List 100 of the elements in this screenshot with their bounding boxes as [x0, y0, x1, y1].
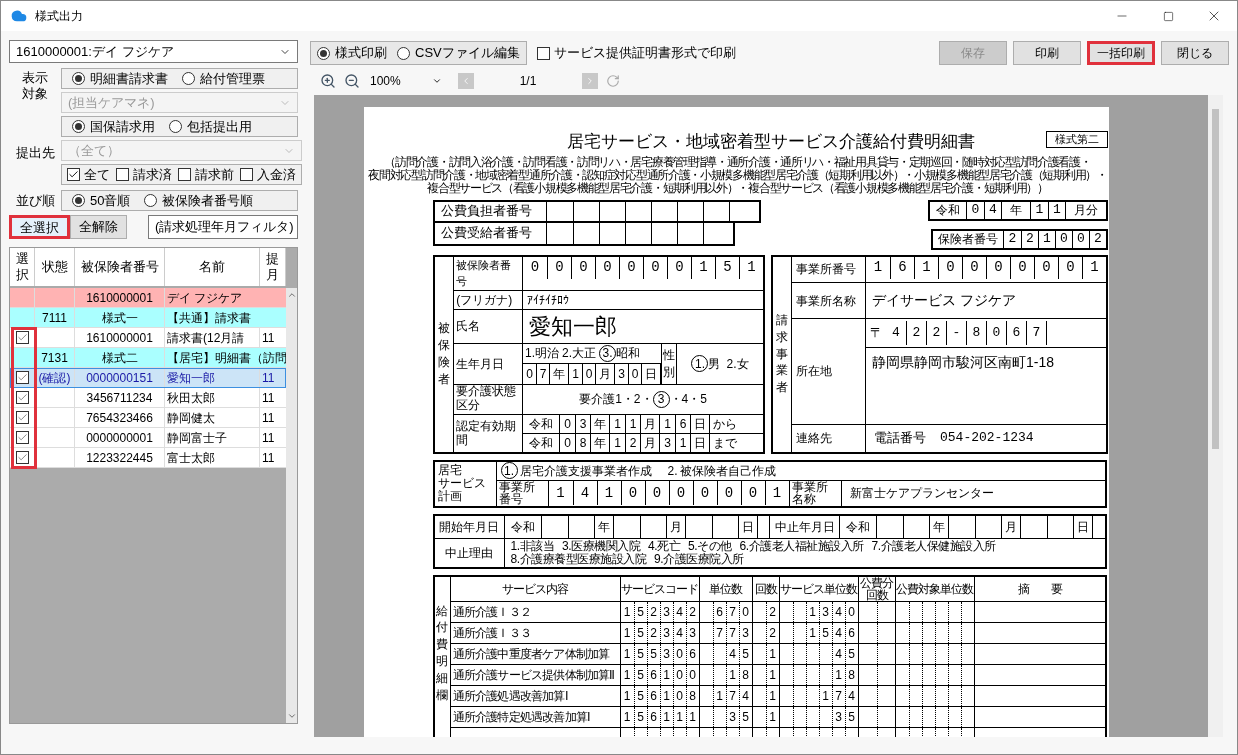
zoom-out-icon[interactable]	[344, 73, 360, 89]
digit: 6	[650, 708, 657, 726]
field-label: 中止年月日	[774, 519, 835, 534]
field-label: 公費負担者番号	[441, 202, 532, 221]
table-cell-text: 1610000001	[86, 289, 153, 307]
checkbox-option[interactable]: 入金済	[240, 164, 296, 185]
table-row[interactable]: 7131 様式二 【居宅】明細書（訪問	[10, 348, 286, 368]
service-name: 通所介護Ｉ３２	[452, 604, 531, 619]
digit: 7	[716, 624, 723, 642]
digit: 0	[992, 323, 1001, 342]
digit: 0	[579, 258, 588, 277]
office-dropdown[interactable]: 1610000001:デイ フジケア	[9, 40, 298, 63]
digit: 1	[822, 687, 829, 705]
table-row[interactable]: 1610000001 請求書(12月請 11	[10, 328, 286, 348]
digit: 2	[769, 624, 776, 642]
plan-option-number: 2.	[667, 462, 678, 479]
radio-option[interactable]: 明細書請求書	[72, 68, 168, 89]
action-button[interactable]: 印刷	[1013, 41, 1081, 65]
radio-option[interactable]: 様式印刷	[317, 43, 387, 63]
table-cell-text: 1223322445	[86, 449, 153, 467]
digit: 6	[1012, 323, 1021, 342]
checkbox-option[interactable]: 全て	[67, 164, 110, 185]
checkbox-option[interactable]: サービス提供証明書形式で印刷	[536, 43, 736, 63]
scroll-thumb[interactable]	[1212, 109, 1219, 449]
table-row[interactable]: 7111 様式一 【共通】請求書	[10, 308, 286, 328]
table-row[interactable]: 3456711234 秋田太郎 11	[10, 388, 286, 408]
filter-label: 提出先	[15, 144, 55, 162]
checkbox-option[interactable]: 請求前	[178, 164, 234, 185]
digit: 1	[769, 645, 776, 663]
digit: 0	[526, 365, 533, 383]
table-cell-text: 0000000151	[86, 369, 153, 387]
sex-number: 2.	[726, 355, 737, 372]
table-row[interactable]: 7654323466 静岡健太 11	[10, 408, 286, 428]
checkbox[interactable]	[15, 371, 29, 384]
separator-text: ・	[669, 391, 682, 408]
table-cell-text: 11	[262, 389, 275, 407]
digit: 1	[1035, 201, 1044, 220]
checkbox[interactable]	[15, 431, 29, 444]
sex-name: 男	[708, 355, 721, 373]
table-cell-text: 愛知一郎	[167, 369, 215, 387]
scrollbar[interactable]	[1208, 95, 1223, 737]
scrollbar[interactable]	[286, 288, 297, 723]
refresh-icon[interactable]	[606, 74, 620, 88]
name-text: 愛知一郎	[529, 313, 617, 339]
digit: 1	[747, 258, 756, 277]
checkbox[interactable]	[15, 451, 29, 464]
action-button[interactable]: 一括印刷	[1087, 41, 1155, 65]
era-text: 令和	[510, 518, 535, 536]
checkbox[interactable]	[15, 331, 29, 344]
scroll-up-icon[interactable]	[286, 290, 297, 300]
column-header: 状態	[41, 259, 68, 275]
window-title: 様式出力	[35, 8, 83, 25]
digit: 0	[724, 483, 734, 503]
action-button[interactable]: 閉じる	[1161, 41, 1229, 65]
radio-option[interactable]: 給付管理票	[182, 68, 265, 89]
separator-text: ・	[621, 391, 634, 408]
digit: 0	[676, 687, 683, 705]
digit: 0	[675, 258, 684, 277]
unit-text: 日	[694, 434, 706, 452]
zoom-dropdown[interactable]: 100%	[370, 72, 442, 90]
reason-text: 6.介護老人福祉施設入所	[739, 539, 864, 553]
digit: 1	[772, 483, 782, 503]
table-cell-text: 7654323466	[86, 409, 153, 427]
radio-option[interactable]: 国保請求用	[72, 116, 155, 137]
zoom-in-icon[interactable]	[320, 73, 336, 89]
digit: 0	[585, 365, 593, 383]
era-number: 2.	[562, 345, 573, 362]
digit: 6	[650, 687, 657, 705]
digit: 2	[1026, 230, 1034, 249]
digit: 0	[946, 258, 955, 277]
table-row[interactable]: 1610000001 デイ フジケア	[10, 288, 286, 308]
radio-option[interactable]: 50音順	[72, 190, 131, 211]
filter-label: 表示対象	[22, 70, 48, 103]
table-row[interactable]: 1223322445 富士太郎 11	[10, 448, 286, 468]
select-button[interactable]: 全選択	[9, 215, 70, 239]
digit: 5	[848, 708, 855, 726]
scroll-down-icon[interactable]	[286, 711, 297, 721]
checkbox[interactable]	[15, 411, 29, 424]
checkbox[interactable]	[15, 391, 29, 404]
unit-text: 月	[1005, 518, 1018, 536]
column-header: 選択	[15, 251, 29, 283]
digit: 6	[898, 258, 907, 277]
table-row[interactable]: (確認) 0000000151 愛知一郎 11	[10, 368, 286, 388]
select-button[interactable]: 全解除	[70, 215, 127, 239]
column-header: 被保険者番号	[80, 259, 159, 275]
era-text: 令和	[529, 415, 553, 433]
radio-option[interactable]: 包括提出用	[169, 116, 252, 137]
digit: 4	[835, 624, 842, 642]
table-row[interactable]: 0000000001 静岡富士子 11	[10, 428, 286, 448]
chevron-right-icon	[585, 76, 595, 86]
digit: 5	[742, 645, 749, 663]
digit: 2	[1008, 230, 1017, 249]
checkbox-option[interactable]: 請求済	[116, 164, 172, 185]
radio-option[interactable]: 被保険者番号順	[144, 190, 254, 211]
radio-option[interactable]: CSVファイル編集	[397, 43, 520, 63]
unit-text: 年	[1010, 202, 1022, 219]
care-level-number: 2	[633, 391, 641, 408]
digit: 1	[556, 483, 565, 503]
digit: 1	[663, 708, 670, 726]
month-filter-dropdown[interactable]: (請求処理年月フィルタ)	[148, 215, 298, 239]
